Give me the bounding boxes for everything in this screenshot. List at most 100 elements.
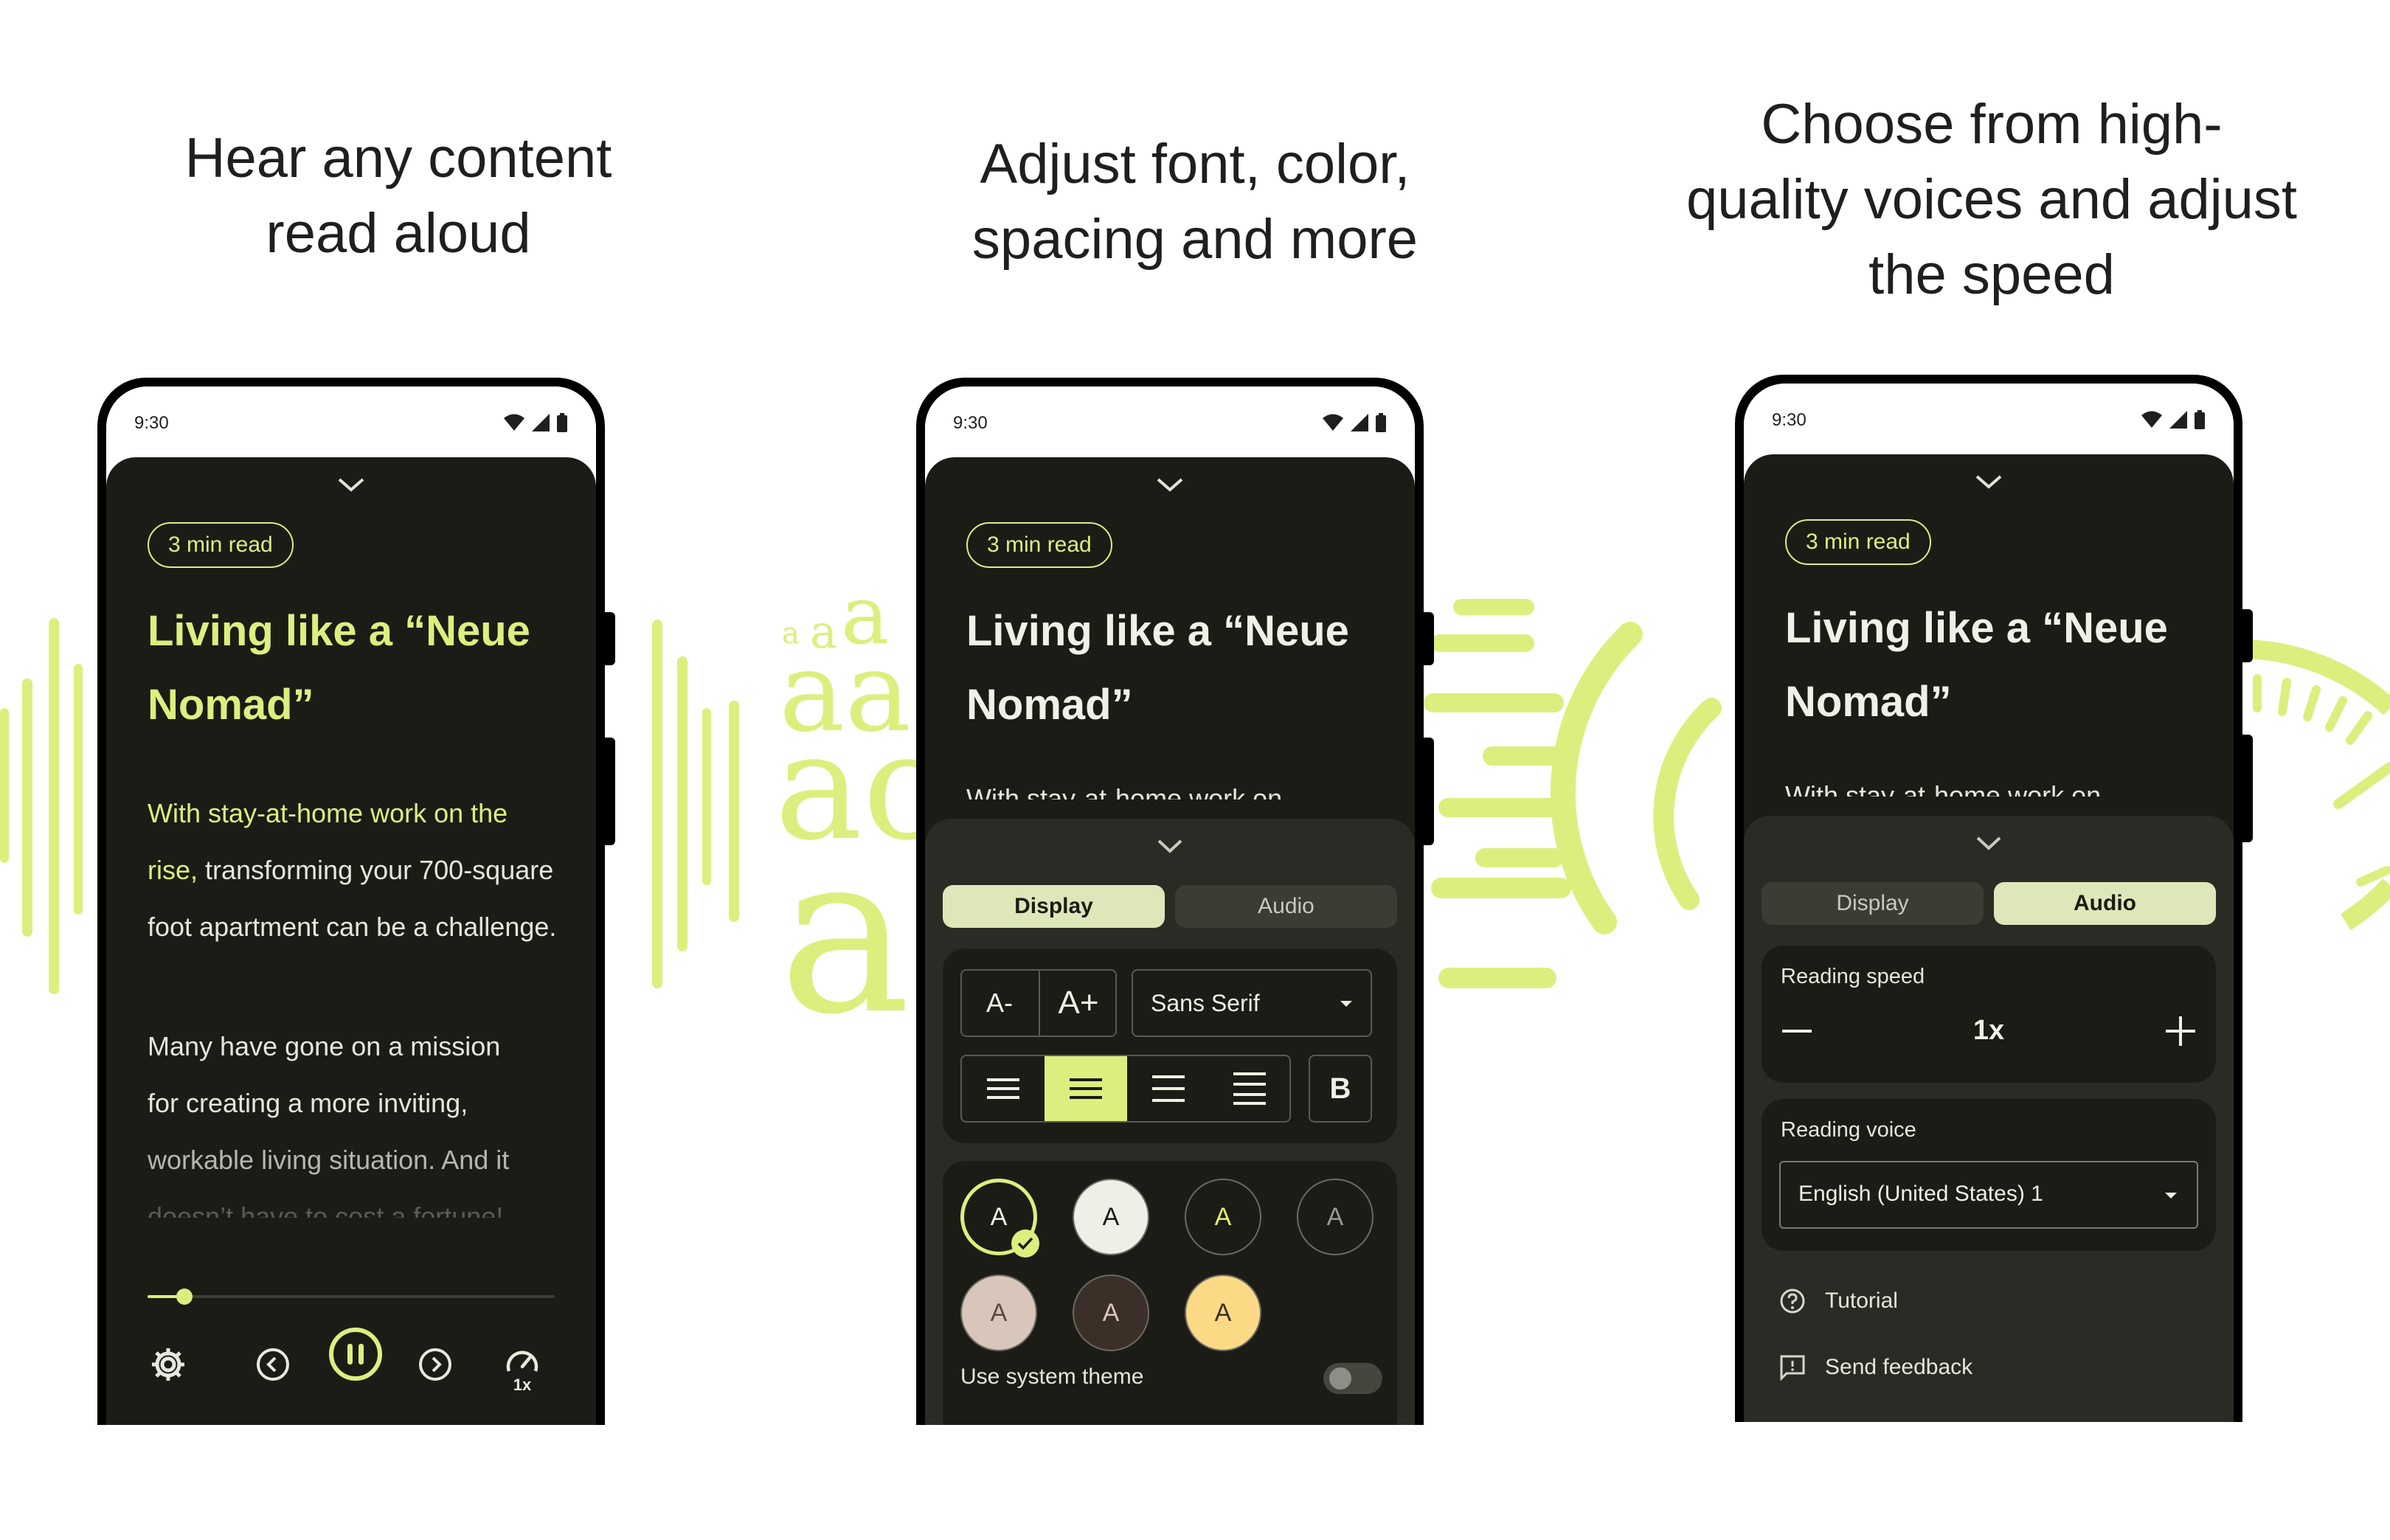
read-time-chip: 3 min read [1785,519,1931,565]
signal-icon [1351,414,1368,431]
read-time-chip: 3 min read [148,522,294,568]
reading-voice-label: Reading voice [1781,1118,1916,1142]
audio-settings-sheet: Display Audio Reading speed 1x Reading v… [1744,816,2234,1422]
toggle-thumb [1329,1367,1351,1390]
color-theme-swatch[interactable]: A [1073,1179,1149,1255]
color-theme-swatch[interactable]: A [960,1274,1037,1351]
increase-speed-icon[interactable] [2164,1015,2197,1047]
article-title: Living like a “Neue Nomad” [966,607,1349,729]
tab-display[interactable]: Display [1762,882,1984,925]
system-theme-label: Use system theme [960,1364,1144,1389]
signal-icon [532,414,550,431]
system-theme-toggle[interactable] [1323,1363,1382,1394]
panel-display-settings: Adjust font, color, spacing and more 9:3… [797,0,1593,1540]
phone-side-button [2242,735,2253,842]
settings-button[interactable] [145,1341,192,1388]
article-paragraph-1: With stay-at-home work on the rise, tran… [148,785,561,955]
phone-frame: 9:30 3 min read Living like a “Neue Noma… [97,378,605,1425]
color-theme-card: AAAAAAA Use system theme [943,1161,1397,1425]
reader-view: 3 min read Living like a “Neue Nomad” Wi… [925,457,1415,1425]
status-bar: 9:30 [1744,384,2234,454]
article-title: Living like a “Neue Nomad” [148,607,530,729]
phone-side-button [1424,738,1434,845]
phone-frame: 9:30 3 min read Living like a “Neue Noma… [916,378,1424,1425]
wifi-icon [2141,411,2162,428]
status-time: 9:30 [134,413,169,433]
tab-audio[interactable]: Audio [1994,882,2216,925]
article-paragraph-1: With stay-at-home work on [966,783,1283,800]
color-theme-swatch[interactable]: A [960,1179,1039,1258]
article-title: Living like a “Neue Nomad” [1785,604,2168,726]
reading-voice-value: English (United States) 1 [1798,1182,2043,1206]
battery-icon [2195,410,2205,429]
reading-voice-card: Reading voice English (United States) 1 [1762,1099,2216,1251]
phone-screen: 9:30 3 min read Living like a “Neue Noma… [106,386,596,1425]
send-feedback-label: Send feedback [1825,1355,1973,1379]
font-family-value: Sans Serif [1151,989,1260,1016]
status-time: 9:30 [953,413,988,433]
send-feedback-link[interactable]: Send feedback [1779,1348,1972,1387]
panel-audio-settings: Choose from high- quality voices and adj… [1593,0,2390,1540]
tab-display[interactable]: Display [943,885,1165,928]
playback-seek-bar[interactable] [148,1288,555,1305]
caption-audio-settings: Choose from high- quality voices and adj… [1686,93,2298,306]
phone-screen: 9:30 3 min read Living like a “Neue Noma… [925,386,1415,1425]
reader-view: 3 min read Living like a “Neue Nomad” Wi… [1744,454,2234,1422]
reading-voice-select[interactable]: English (United States) 1 [1779,1161,2198,1229]
paragraph-text: transforming your 700-square foot apartm… [148,855,557,942]
bold-toggle[interactable]: B [1309,1055,1372,1123]
tutorial-label: Tutorial [1825,1288,1898,1313]
font-family-select[interactable]: Sans Serif [1132,969,1372,1037]
increase-font-button[interactable]: A+ [1040,969,1117,1037]
forward-button[interactable] [415,1341,456,1388]
pause-button[interactable] [325,1328,387,1381]
playback-speed-button[interactable]: 1x [500,1341,544,1400]
seek-thumb[interactable] [176,1288,193,1305]
phone-side-button [2242,609,2253,662]
paragraph-line: doesn’t have to cost a fortune! [148,1201,504,1218]
typography-card: A- A+ Sans Serif B [943,948,1397,1143]
collapse-sheet-chevron-icon[interactable] [1153,835,1187,857]
status-bar: 9:30 [925,386,1415,457]
previous-chevron-icon [257,1348,289,1381]
caption-read-aloud: Hear any content read aloud [184,127,612,265]
paragraph-line: for creating a more inviting, [148,1088,468,1118]
collapse-sheet-chevron-icon[interactable] [1972,832,2006,854]
color-theme-swatch[interactable]: A [1073,1274,1149,1351]
tab-audio[interactable]: Audio [1175,885,1397,928]
next-chevron-icon [419,1348,451,1381]
color-theme-swatch[interactable]: A [1297,1179,1374,1255]
reading-speed-value: 1x [1972,1015,2005,1046]
panel-read-aloud: Hear any content read aloud 9:30 3 min r… [0,0,797,1540]
color-theme-swatch[interactable]: A [1185,1274,1261,1351]
feedback-icon [1780,1355,1805,1381]
gear-icon [152,1348,184,1381]
collapse-chevron-icon[interactable] [1971,471,2006,493]
rewind-button[interactable] [252,1341,294,1388]
align-left-icon[interactable] [987,1077,1019,1100]
read-time-chip: 3 min read [966,522,1112,568]
collapse-chevron-icon[interactable] [333,474,369,496]
wifi-icon [504,414,524,431]
align-justify-icon[interactable] [1070,1077,1102,1100]
article-paragraph-1: With stay-at-home work on [1785,780,2102,797]
battery-icon [557,413,567,432]
wide-spacing-icon[interactable] [1233,1072,1266,1105]
phone-screen: 9:30 3 min read Living like a “Neue Noma… [1744,384,2234,1422]
paragraph-line: Many have gone on a mission [148,1031,501,1061]
help-circle-icon [1780,1288,1805,1314]
collapse-chevron-icon[interactable] [1152,474,1188,496]
status-time: 9:30 [1772,410,1807,430]
speed-label: 1x [513,1376,532,1394]
phone-side-button [605,612,615,665]
battery-icon [1376,413,1386,432]
reader-view: 3 min read Living like a “Neue Nomad” Wi… [106,457,596,1425]
reading-speed-card: Reading speed 1x [1762,946,2216,1083]
color-theme-swatch[interactable]: A [1185,1179,1261,1255]
decrease-font-button[interactable]: A- [960,969,1039,1037]
signal-icon [2169,411,2187,429]
settings-tabs: Display Audio [943,885,1397,928]
dropdown-arrow-icon [2165,1193,2177,1199]
tutorial-link[interactable]: Tutorial [1779,1282,1898,1320]
line-spacing-icon[interactable] [1152,1075,1185,1102]
